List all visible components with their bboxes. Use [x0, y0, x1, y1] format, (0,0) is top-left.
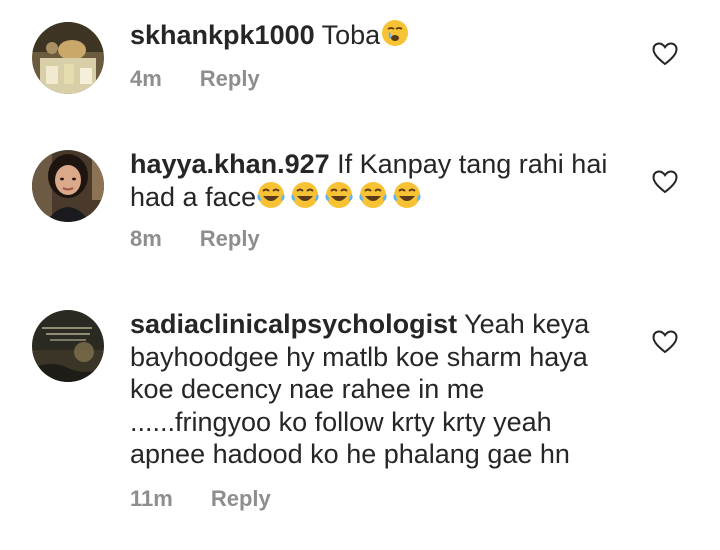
comment-body: hayya.khan.927 If Kanpay tang rahi hai h…	[130, 148, 630, 217]
comment-meta: 4m Reply	[130, 66, 260, 92]
comment-text: Toba	[321, 20, 381, 50]
like-heart-icon[interactable]	[652, 170, 678, 194]
comment-body: sadiaclinicalpsychologist Yeah keya bayh…	[130, 308, 630, 471]
comment-time: 11m	[130, 486, 173, 511]
reply-button[interactable]: Reply	[200, 66, 260, 91]
reply-button[interactable]: Reply	[211, 486, 271, 511]
comment-username[interactable]: hayya.khan.927	[130, 149, 330, 179]
like-heart-icon[interactable]	[652, 42, 678, 66]
comment-item: skhankpk1000 Toba 4m Reply	[0, 0, 720, 130]
crying-face-icon	[380, 18, 410, 55]
comment-item: sadiaclinicalpsychologist Yeah keya bayh…	[0, 290, 720, 550]
comment-meta: 11m Reply	[130, 486, 271, 512]
comment-username[interactable]: skhankpk1000	[130, 20, 315, 50]
tears-of-joy-icon	[256, 180, 426, 217]
reply-button[interactable]: Reply	[200, 226, 260, 251]
comment-time: 8m	[130, 226, 162, 251]
comment-item: hayya.khan.927 If Kanpay tang rahi hai h…	[0, 130, 720, 290]
like-heart-icon[interactable]	[652, 330, 678, 354]
avatar[interactable]	[32, 22, 104, 94]
avatar[interactable]	[32, 150, 104, 222]
comment-meta: 8m Reply	[130, 226, 260, 252]
avatar[interactable]	[32, 310, 104, 382]
comment-body: skhankpk1000 Toba	[130, 18, 630, 55]
comment-time: 4m	[130, 66, 162, 91]
comment-username[interactable]: sadiaclinicalpsychologist	[130, 309, 457, 339]
